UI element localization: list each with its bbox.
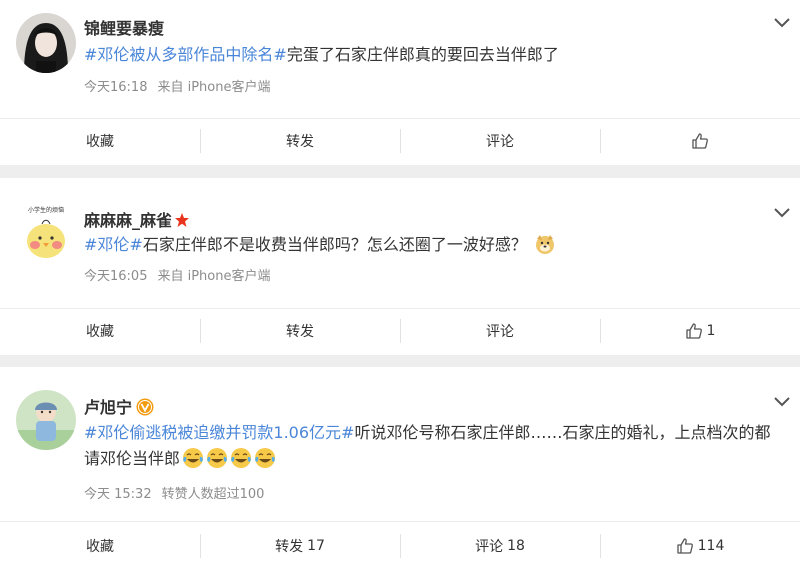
action-bar: 收藏 转发 评论 1	[0, 309, 800, 353]
hashtag-link[interactable]: #邓伦#	[84, 235, 143, 254]
comment-card: 卢旭宁 #邓伦偷逃税被追缴并罚款1.06亿元#听说邓伦号称石家庄伴郎……石家庄的…	[0, 367, 800, 568]
collect-button[interactable]: 收藏	[0, 524, 200, 568]
star-icon	[175, 213, 190, 227]
laugh-cry-emoji	[255, 448, 276, 468]
action-bar: 收藏 转发 评论	[0, 119, 800, 163]
timestamp: 今天16:18	[84, 80, 148, 95]
repost-button[interactable]: 转发	[200, 119, 400, 163]
repost-label: 转发	[286, 324, 314, 340]
post-text: #邓伦被从多部作品中除名#完蛋了石家庄伴郎真的要回去当伴郎了	[84, 42, 780, 68]
comment-button[interactable]: 评论	[400, 309, 600, 353]
thumbs-up-icon	[692, 133, 708, 149]
timestamp: 今天16:05	[84, 269, 148, 284]
laugh-cry-emoji	[183, 448, 204, 468]
repost-button[interactable]: 转发	[200, 309, 400, 353]
like-count: 1	[706, 323, 716, 339]
source-label: 来自 iPhone客户端	[157, 269, 271, 284]
verified-badge-icon	[136, 398, 154, 416]
timestamp: 今天 15:32	[84, 487, 152, 502]
repost-label: 转发	[275, 539, 304, 555]
repost-count: 17	[307, 538, 325, 554]
thumbs-up-icon	[685, 323, 702, 339]
hashtag-link[interactable]: #邓伦被从多部作品中除名#	[84, 45, 287, 64]
like-button[interactable]: 1	[600, 309, 800, 353]
chevron-down-icon[interactable]	[772, 395, 792, 409]
comment-label: 评论	[475, 539, 504, 555]
comment-button[interactable]: 评论	[400, 119, 600, 163]
like-button[interactable]	[600, 119, 800, 163]
thumbs-up-icon	[676, 538, 693, 554]
laugh-cry-emoji	[231, 448, 252, 468]
collect-button[interactable]: 收藏	[0, 119, 200, 163]
chevron-down-icon[interactable]	[772, 206, 792, 220]
laugh-cry-emoji	[207, 448, 228, 468]
username[interactable]: 卢旭宁	[84, 398, 132, 417]
comment-button[interactable]: 评论 18	[400, 524, 600, 568]
comment-card: 小学生的烦恼 麻麻麻_麻雀 #邓伦#石家庄伴郎不是收费当伴郎吗？怎么还圈了一波好…	[0, 178, 800, 355]
username[interactable]: 麻麻麻_麻雀	[84, 211, 172, 230]
post-body: 石家庄伴郎不是收费当伴郎吗？怎么还圈了一波好感？	[142, 235, 527, 254]
repost-button[interactable]: 转发 17	[200, 524, 400, 568]
avatar-caption: 小学生的烦恼	[28, 206, 64, 214]
source-label: 来自 iPhone客户端	[157, 80, 271, 95]
like-button[interactable]: 114	[600, 524, 800, 568]
repost-label: 转发	[286, 134, 314, 150]
collect-label: 收藏	[86, 324, 114, 340]
comment-card: 锦鲤要暴瘦 #邓伦被从多部作品中除名#完蛋了石家庄伴郎真的要回去当伴郎了 今天1…	[0, 0, 800, 165]
action-bar: 收藏 转发 17 评论 18 114	[0, 524, 800, 568]
hashtag-link[interactable]: #邓伦偷逃税被追缴并罚款1.06亿元#	[84, 423, 354, 442]
avatar[interactable]: 小学生的烦恼	[16, 203, 76, 263]
collect-label: 收藏	[86, 539, 114, 555]
divider	[0, 521, 800, 522]
chevron-down-icon[interactable]	[772, 16, 792, 30]
source-label: 转赞人数超过100	[161, 487, 265, 502]
collect-label: 收藏	[86, 134, 114, 150]
username-row: 麻麻麻_麻雀	[84, 207, 190, 231]
like-count: 114	[697, 538, 725, 554]
doge-emoji	[535, 235, 554, 254]
avatar[interactable]	[16, 390, 76, 450]
collect-button[interactable]: 收藏	[0, 309, 200, 353]
post-text: #邓伦#石家庄伴郎不是收费当伴郎吗？怎么还圈了一波好感？	[84, 232, 780, 258]
comment-label: 评论	[486, 324, 514, 340]
comment-feed: 锦鲤要暴瘦 #邓伦被从多部作品中除名#完蛋了石家庄伴郎真的要回去当伴郎了 今天1…	[0, 0, 800, 568]
post-meta: 今天16:05 来自 iPhone客户端	[84, 265, 280, 284]
avatar[interactable]	[16, 13, 76, 73]
comment-label: 评论	[486, 134, 514, 150]
post-text: #邓伦偷逃税被追缴并罚款1.06亿元#听说邓伦号称石家庄伴郎……石家庄的婚礼，上…	[84, 420, 780, 472]
post-body: 完蛋了石家庄伴郎真的要回去当伴郎了	[286, 45, 559, 64]
username-row: 卢旭宁	[84, 394, 154, 418]
post-meta: 今天 15:32 转赞人数超过100	[84, 483, 274, 502]
comment-count: 18	[507, 538, 525, 554]
post-meta: 今天16:18 来自 iPhone客户端	[84, 76, 280, 95]
username[interactable]: 锦鲤要暴瘦	[84, 15, 164, 39]
